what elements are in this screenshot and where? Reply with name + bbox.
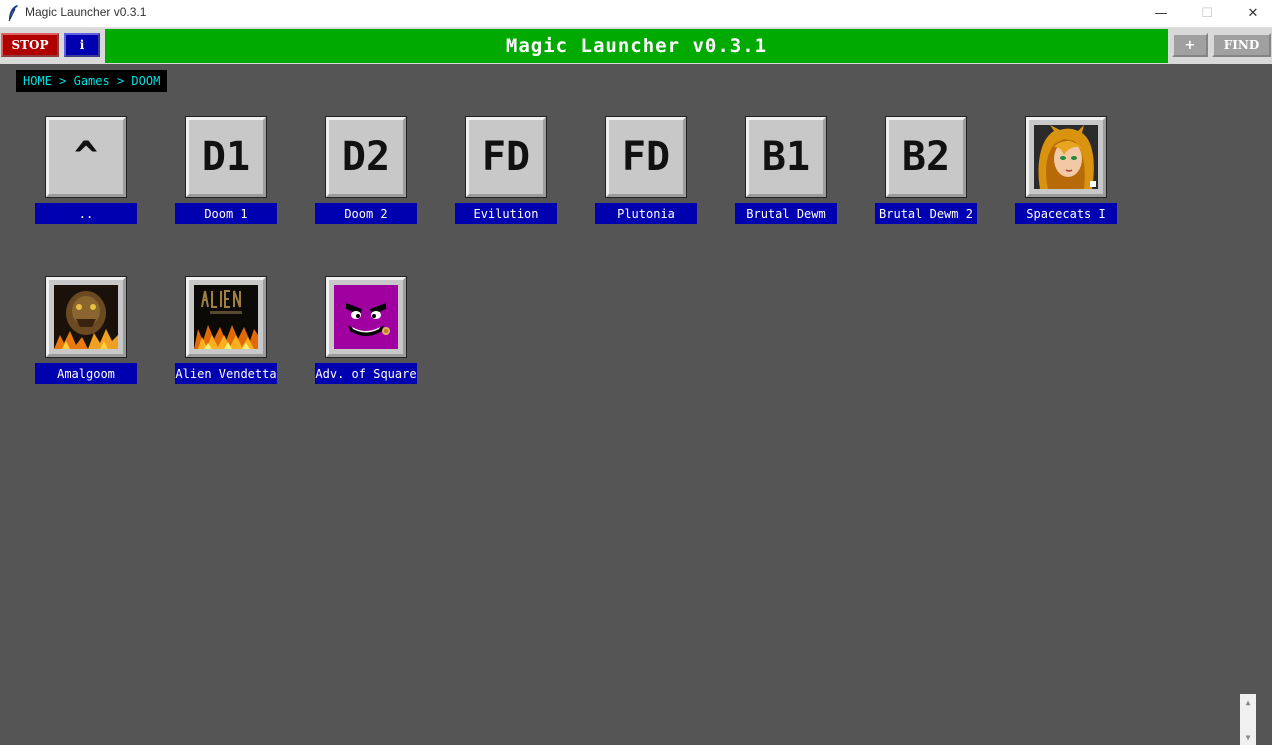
item-amalgoom[interactable]: Amalgoom xyxy=(35,276,137,385)
item-label[interactable]: Brutal Dewm 2 xyxy=(875,203,977,224)
tile-button[interactable]: B2 xyxy=(885,116,967,198)
item-label[interactable]: Amalgoom xyxy=(35,363,137,384)
window-title: Magic Launcher v0.3.1 xyxy=(25,5,147,19)
tile-button[interactable]: D1 xyxy=(185,116,267,198)
item-alien-vendetta[interactable]: Alien Vendetta xyxy=(175,276,277,385)
scroll-track[interactable] xyxy=(1240,710,1256,729)
item-label[interactable]: .. xyxy=(35,203,137,224)
breadcrumb: HOME > Games > DOOM xyxy=(16,70,168,92)
minimize-icon: — xyxy=(1154,6,1168,21)
stop-button[interactable]: STOP xyxy=(1,33,59,57)
close-icon: ✕ xyxy=(1247,6,1259,21)
app-banner-title: Magic Launcher v0.3.1 xyxy=(105,29,1168,63)
tile-text-icon: D1 xyxy=(201,134,251,180)
item-label[interactable]: Adv. of Square xyxy=(315,363,417,384)
breadcrumb-games[interactable]: Games xyxy=(74,74,110,88)
close-button[interactable]: ✕ xyxy=(1230,0,1272,27)
feather-icon xyxy=(8,5,18,22)
item-label[interactable]: Plutonia xyxy=(595,203,697,224)
item-label[interactable]: Spacecats I xyxy=(1015,203,1117,224)
item-label[interactable]: Doom 2 xyxy=(315,203,417,224)
breadcrumb-home[interactable]: HOME xyxy=(23,74,52,88)
scroll-up-arrow-icon[interactable]: ▲ xyxy=(1240,694,1256,710)
spacecats-thumbnail-icon xyxy=(1034,125,1098,189)
find-button[interactable]: FIND xyxy=(1212,33,1271,57)
item-spacecats[interactable]: Spacecats I xyxy=(1015,116,1117,225)
item-label[interactable]: Brutal Dewm xyxy=(735,203,837,224)
tile-button[interactable] xyxy=(325,276,407,358)
maximize-icon: ☐ xyxy=(1201,6,1213,21)
tile-button[interactable]: ^ xyxy=(45,116,127,198)
tile-button[interactable] xyxy=(1025,116,1107,198)
item-label[interactable]: Doom 1 xyxy=(175,203,277,224)
info-button[interactable]: i xyxy=(64,33,100,57)
item-plutonia[interactable]: FD Plutonia xyxy=(595,116,697,225)
item-parent-folder[interactable]: ^ .. xyxy=(35,116,137,225)
tile-button[interactable]: FD xyxy=(465,116,547,198)
alien-vendetta-thumbnail-icon xyxy=(194,285,258,349)
item-label[interactable]: Evilution xyxy=(455,203,557,224)
tile-button[interactable]: B1 xyxy=(745,116,827,198)
breadcrumb-separator: > xyxy=(51,74,74,88)
minimize-button[interactable]: — xyxy=(1138,0,1184,27)
maximize-button[interactable]: ☐ xyxy=(1184,0,1230,27)
tile-text-icon: FD xyxy=(481,134,531,180)
tile-text-icon: FD xyxy=(621,134,671,180)
window-titlebar: Magic Launcher v0.3.1 — ☐ ✕ xyxy=(0,0,1272,28)
breadcrumb-separator: > xyxy=(109,74,132,88)
add-button[interactable]: + xyxy=(1172,33,1208,57)
breadcrumb-doom: DOOM xyxy=(131,74,161,88)
adv-of-square-thumbnail-icon xyxy=(334,285,398,349)
item-evilution[interactable]: FD Evilution xyxy=(455,116,557,225)
item-doom-2[interactable]: D2 Doom 2 xyxy=(315,116,417,225)
item-adv-of-square[interactable]: Adv. of Square xyxy=(315,276,417,385)
item-doom-1[interactable]: D1 Doom 1 xyxy=(175,116,277,225)
item-brutal-dewm[interactable]: B1 Brutal Dewm xyxy=(735,116,837,225)
tile-text-icon: B2 xyxy=(901,134,951,180)
tile-button[interactable]: FD xyxy=(605,116,687,198)
tile-text-icon: D2 xyxy=(341,134,391,180)
vertical-scrollbar[interactable]: ▲ ▼ xyxy=(1240,694,1256,745)
tile-button[interactable]: D2 xyxy=(325,116,407,198)
item-brutal-dewm-2[interactable]: B2 Brutal Dewm 2 xyxy=(875,116,977,225)
amalgoom-thumbnail-icon xyxy=(54,285,118,349)
scroll-down-arrow-icon[interactable]: ▼ xyxy=(1240,729,1256,745)
item-label[interactable]: Alien Vendetta xyxy=(175,363,277,384)
tile-button[interactable] xyxy=(45,276,127,358)
tile-text-icon: B1 xyxy=(761,134,811,180)
tile-button[interactable] xyxy=(185,276,267,358)
up-arrow-icon: ^ xyxy=(73,134,99,180)
toolbar: STOP i Magic Launcher v0.3.1 + FIND xyxy=(0,28,1272,64)
